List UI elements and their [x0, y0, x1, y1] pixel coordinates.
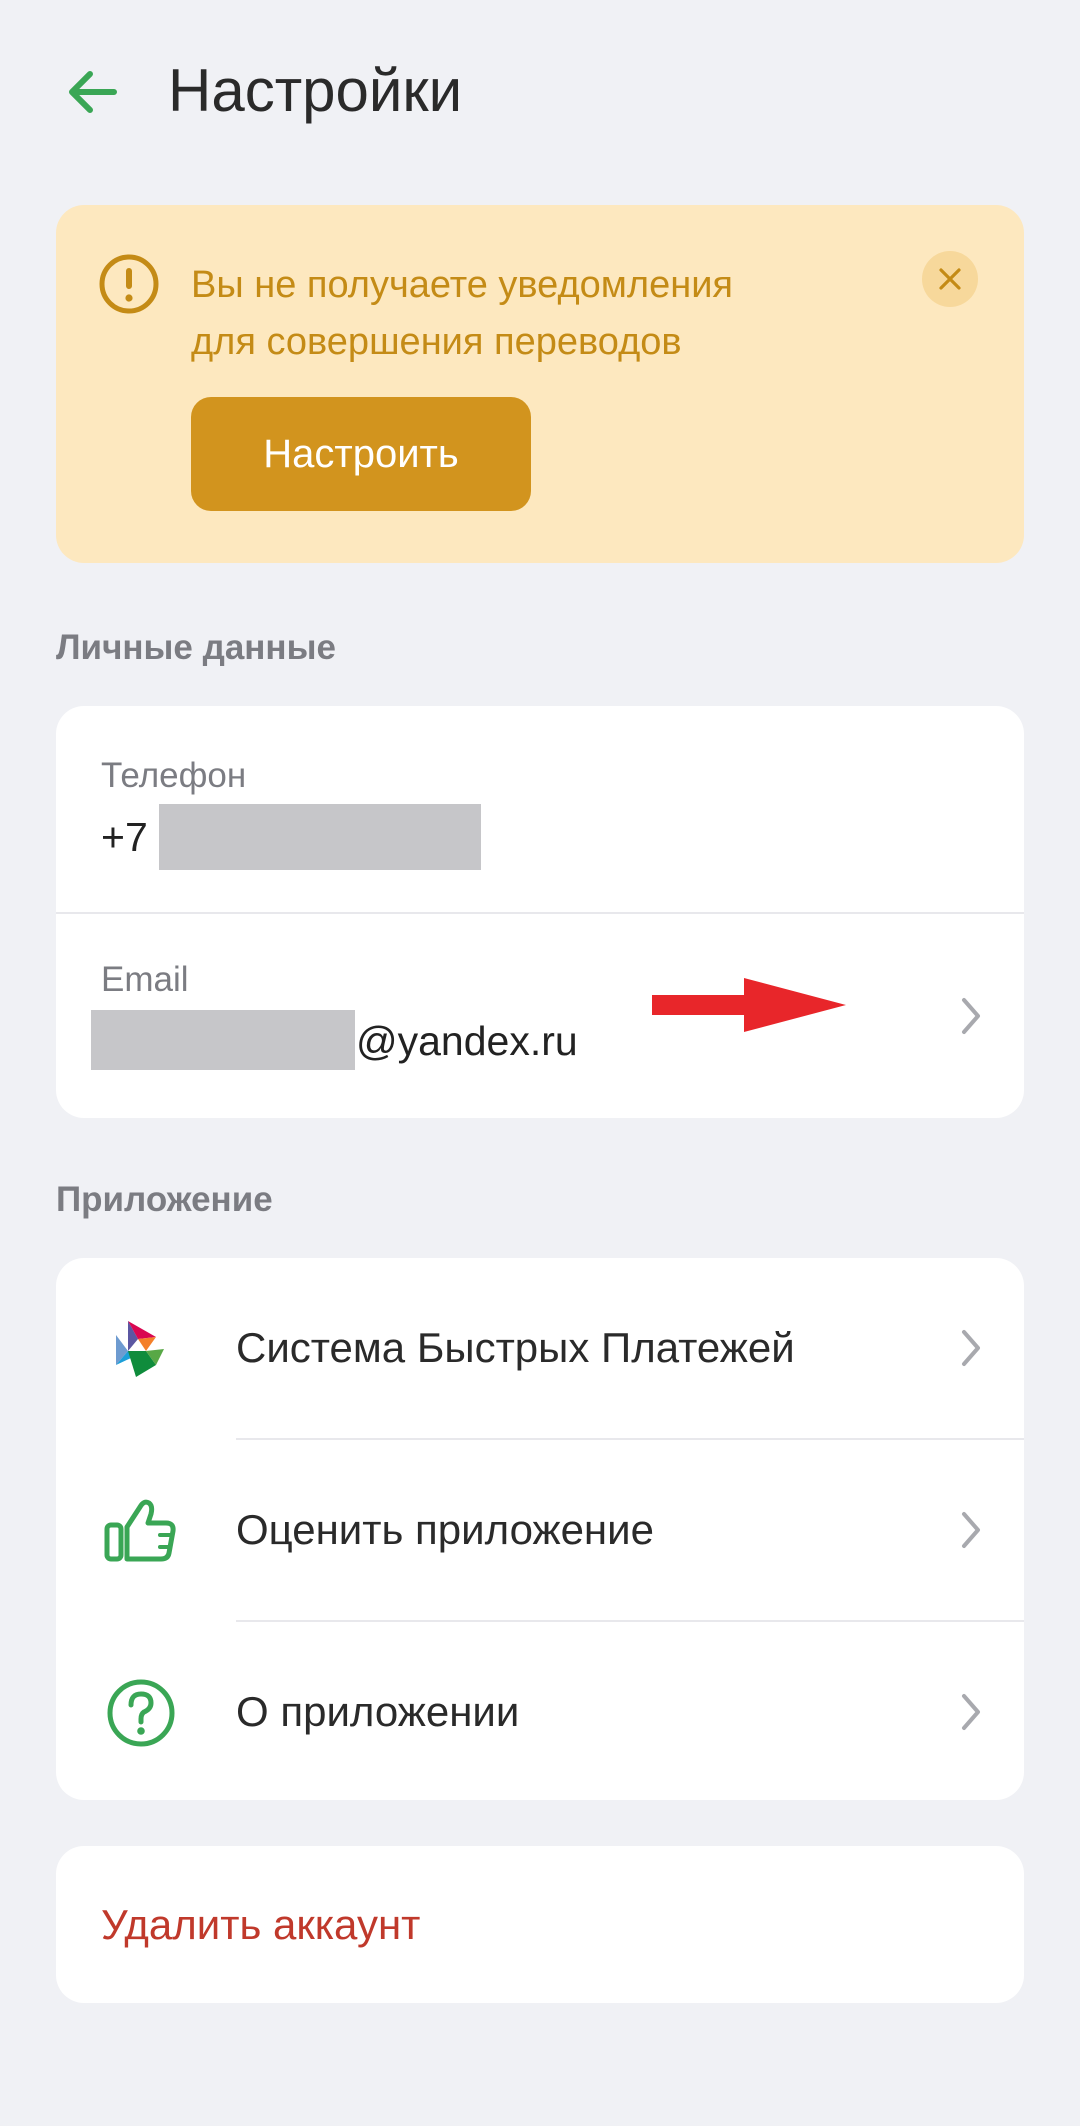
phone-label: Телефон — [101, 756, 247, 795]
question-circle-icon — [104, 1676, 178, 1750]
menu-item-sbp[interactable]: Система Быстрых Платежей — [56, 1258, 1024, 1438]
delete-account-button[interactable]: Удалить аккаунт — [101, 1846, 420, 2003]
phone-value-prefix: +7 — [101, 814, 148, 860]
app-card: Система Быстрых Платежей Оценить приложе… — [56, 1258, 1024, 1800]
configure-button[interactable]: Настроить — [191, 397, 531, 511]
delete-account-card[interactable]: Удалить аккаунт — [56, 1846, 1024, 2003]
header: Настройки — [0, 0, 1080, 190]
arrow-left-icon — [69, 71, 117, 113]
email-value-suffix: @yandex.ru — [356, 1018, 578, 1064]
personal-data-card: Телефон +7 Email @yandex.ru — [56, 706, 1024, 1118]
section-title-personal: Личные данные — [56, 628, 336, 667]
chevron-right-icon — [962, 1694, 980, 1730]
red-arrow-annotation-icon — [652, 978, 846, 1032]
banner-message: Вы не получаете уведомления для совершен… — [191, 257, 811, 371]
banner-close-button[interactable] — [922, 251, 978, 307]
banner-message-line2: для совершения переводов — [191, 321, 682, 363]
phone-row[interactable]: Телефон +7 — [56, 706, 1024, 912]
exclamation-circle-icon — [99, 254, 159, 314]
email-label: Email — [101, 960, 189, 999]
menu-item-about[interactable]: О приложении — [56, 1622, 1024, 1800]
section-title-app: Приложение — [56, 1180, 273, 1219]
chevron-right-icon — [962, 1330, 980, 1366]
close-icon — [939, 268, 961, 290]
banner-message-line1: Вы не получаете уведомления — [191, 264, 734, 306]
notification-banner: Вы не получаете уведомления для совершен… — [56, 205, 1024, 563]
sbp-logo-icon — [104, 1312, 178, 1386]
chevron-right-icon — [962, 998, 980, 1034]
menu-item-rate-app-label: Оценить приложение — [236, 1506, 654, 1553]
phone-redaction — [159, 804, 481, 870]
menu-item-sbp-label: Система Быстрых Платежей — [236, 1324, 795, 1371]
chevron-right-icon — [962, 1512, 980, 1548]
email-row[interactable]: Email @yandex.ru — [56, 914, 1024, 1118]
menu-item-rate-app[interactable]: Оценить приложение — [56, 1440, 1024, 1620]
back-button[interactable] — [62, 62, 122, 122]
page-title: Настройки — [168, 57, 463, 124]
thumbs-up-icon — [104, 1494, 178, 1568]
email-redaction — [91, 1010, 355, 1070]
menu-item-about-label: О приложении — [236, 1688, 520, 1735]
